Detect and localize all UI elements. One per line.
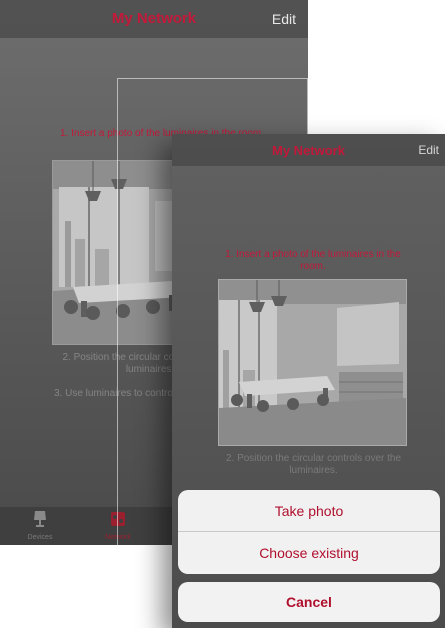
tab-devices[interactable]: Devices <box>20 511 60 541</box>
back-nav-bar: My Network Edit <box>0 0 308 38</box>
tab-devices-label: Devices <box>27 534 53 541</box>
front-edit-button[interactable]: Edit <box>418 143 439 157</box>
front-screen: My Network Edit 1. Insert a photo of the… <box>172 134 445 628</box>
back-page-title: My Network <box>111 10 197 27</box>
take-photo-button[interactable]: Take photo <box>178 490 440 532</box>
front-page-title: My Network <box>272 143 345 158</box>
lamp-icon <box>34 511 46 527</box>
front-instruction-step2: 2. Position the circular controls over t… <box>225 453 402 476</box>
front-nav-bar: My Network Edit <box>172 134 445 166</box>
front-room-photo[interactable] <box>218 279 407 446</box>
meeting-room-photo <box>219 280 406 445</box>
front-instruction-step1: 1. Insert a photo of the luminaires in t… <box>225 249 401 272</box>
action-sheet: Take photo Choose existing <box>178 490 440 574</box>
choose-existing-button[interactable]: Choose existing <box>178 532 440 574</box>
cancel-button[interactable]: Cancel <box>178 582 440 622</box>
back-edit-button[interactable]: Edit <box>272 11 296 27</box>
